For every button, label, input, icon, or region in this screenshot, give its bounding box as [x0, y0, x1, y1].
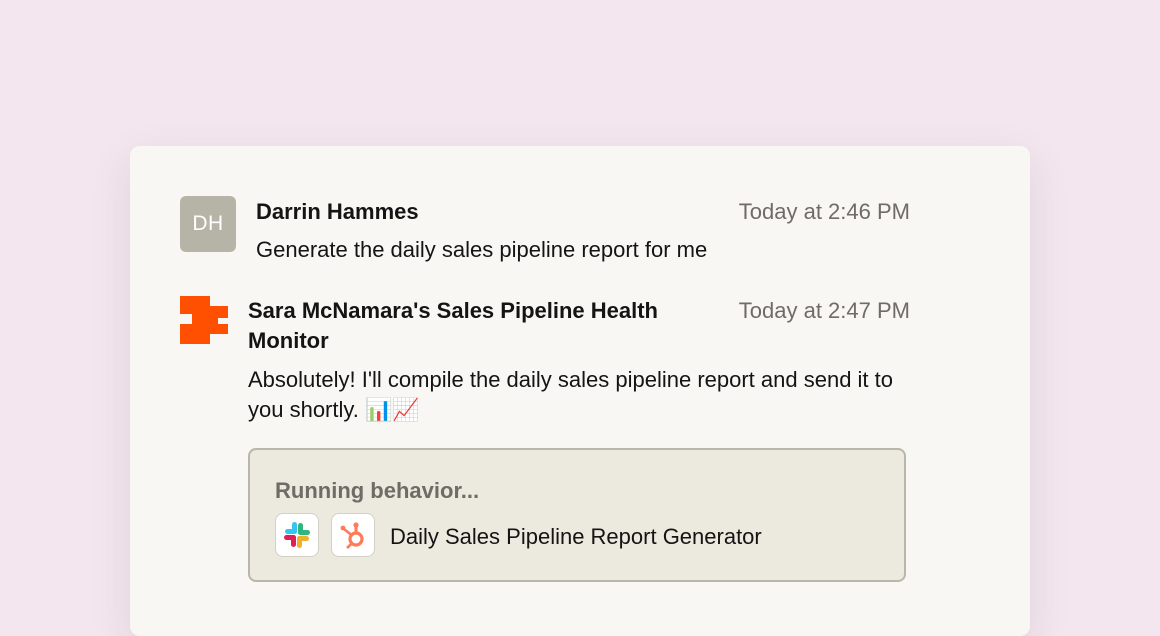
message-text: Absolutely! I'll compile the daily sales…	[248, 367, 894, 422]
message-author[interactable]: Darrin Hammes	[256, 197, 419, 227]
message-author[interactable]: Sara McNamara's Sales Pipeline Health Mo…	[248, 296, 668, 356]
avatar[interactable]: DH	[180, 196, 236, 252]
hubspot-icon	[331, 513, 375, 557]
behavior-name: Daily Sales Pipeline Report Generator	[390, 524, 762, 549]
message-timestamp[interactable]: Today at 2:46 PM	[739, 197, 910, 227]
message-text: Generate the daily sales pipeline report…	[256, 237, 708, 262]
slack-icon	[275, 513, 319, 557]
message-timestamp[interactable]: Today at 2:47 PM	[739, 296, 910, 326]
chat-card: DH Darrin Hammes Today at 2:46 PM Genera…	[130, 146, 1030, 636]
behavior-card[interactable]: Running behavior... Daily Sales Pipeline…	[248, 448, 906, 582]
zapier-logo-icon[interactable]	[180, 296, 228, 344]
behavior-status: Running behavior...	[275, 478, 480, 503]
